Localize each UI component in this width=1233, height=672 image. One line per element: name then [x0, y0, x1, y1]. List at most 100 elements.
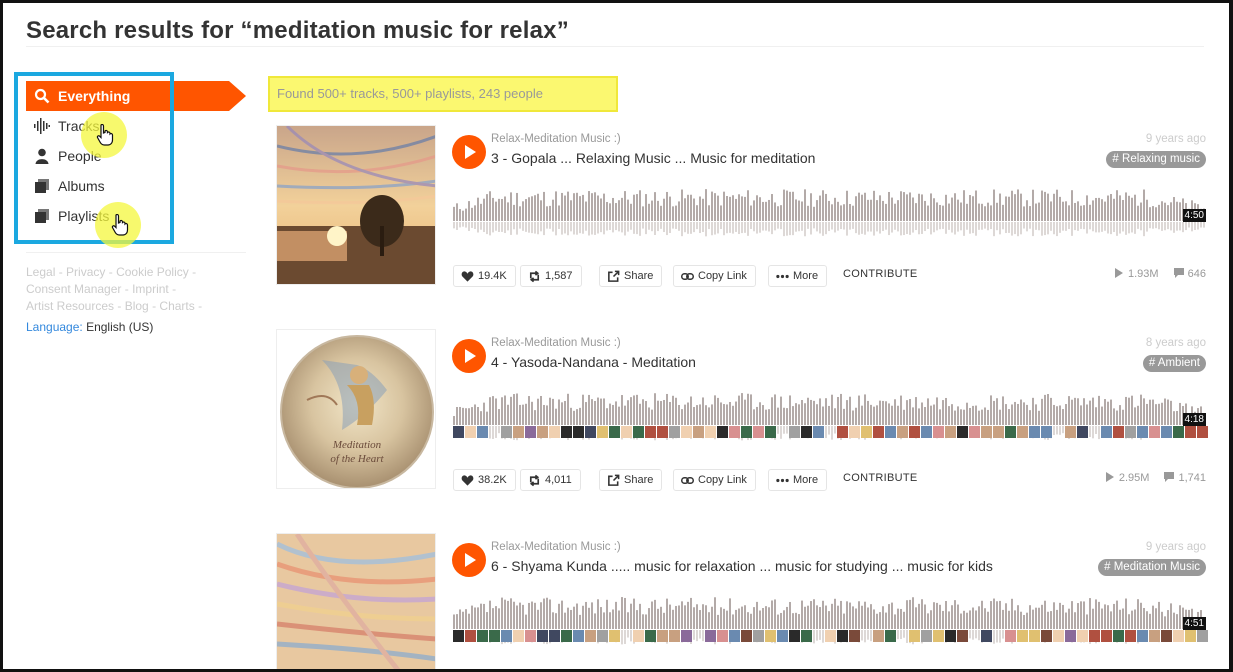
contribute-link[interactable]: CONTRIBUTE: [843, 472, 918, 484]
footer-link-cookie-policy[interactable]: Cookie Policy: [116, 265, 189, 279]
comment-avatar[interactable]: [1185, 426, 1196, 438]
footer-link-consent-manager[interactable]: Consent Manager: [26, 282, 121, 296]
comment-avatar[interactable]: [1005, 630, 1016, 642]
comment-avatar[interactable]: [789, 630, 800, 642]
footer-link-blog[interactable]: Blog: [125, 299, 149, 313]
comment-avatar[interactable]: [741, 426, 752, 438]
footer-link-artist-resources[interactable]: Artist Resources: [26, 299, 114, 313]
comment-avatar[interactable]: [837, 426, 848, 438]
repost-button[interactable]: 4,011: [520, 469, 581, 491]
comment-avatar[interactable]: [633, 630, 644, 642]
comment-avatar[interactable]: [1113, 630, 1124, 642]
share-button[interactable]: Share: [599, 469, 663, 491]
track-uploader[interactable]: Relax-Meditation Music :): [491, 337, 621, 349]
comment-avatar[interactable]: [729, 426, 740, 438]
comment-avatar[interactable]: [1161, 630, 1172, 642]
comment-avatar[interactable]: [957, 630, 968, 642]
comment-avatar[interactable]: [1065, 426, 1076, 438]
comment-avatar[interactable]: [585, 426, 596, 438]
comment-avatar[interactable]: [741, 630, 752, 642]
comment-avatar[interactable]: [897, 426, 908, 438]
comment-avatar[interactable]: [1173, 630, 1184, 642]
comment-avatar[interactable]: [681, 630, 692, 642]
comment-avatar[interactable]: [1137, 426, 1148, 438]
comment-avatar[interactable]: [789, 426, 800, 438]
comment-avatar[interactable]: [969, 426, 980, 438]
comment-avatar[interactable]: [1149, 630, 1160, 642]
like-button[interactable]: 19.4K: [453, 265, 516, 287]
contribute-link[interactable]: CONTRIBUTE: [843, 268, 918, 280]
waveform[interactable]: [453, 181, 1206, 241]
comment-avatar[interactable]: [705, 630, 716, 642]
copy-link-button[interactable]: Copy Link: [673, 469, 756, 491]
comment-avatar[interactable]: [933, 630, 944, 642]
comment-avatar[interactable]: [1053, 630, 1064, 642]
comment-avatar[interactable]: [1149, 426, 1160, 438]
comment-avatar[interactable]: [717, 630, 728, 642]
track-artwork[interactable]: [276, 533, 436, 672]
comment-avatar[interactable]: [909, 630, 920, 642]
comment-avatar[interactable]: [849, 630, 860, 642]
comment-avatar[interactable]: [597, 630, 608, 642]
comment-avatar[interactable]: [945, 426, 956, 438]
comment-avatar[interactable]: [609, 630, 620, 642]
language-selector[interactable]: Language: English (US): [26, 320, 153, 334]
comment-count-stat[interactable]: 646: [1173, 268, 1206, 280]
comment-avatar[interactable]: [861, 426, 872, 438]
comment-avatar[interactable]: [693, 426, 704, 438]
comment-avatar[interactable]: [609, 426, 620, 438]
comment-avatar[interactable]: [1125, 630, 1136, 642]
comment-avatar[interactable]: [1173, 426, 1184, 438]
comment-avatar[interactable]: [873, 630, 884, 642]
comment-avatar[interactable]: [1101, 426, 1112, 438]
comment-avatar[interactable]: [1089, 630, 1100, 642]
comment-avatar[interactable]: [453, 630, 464, 642]
comment-avatar[interactable]: [765, 630, 776, 642]
comment-avatar[interactable]: [513, 630, 524, 642]
comment-avatar[interactable]: [501, 630, 512, 642]
comment-avatar[interactable]: [1029, 630, 1040, 642]
comment-avatar[interactable]: [525, 630, 536, 642]
comment-avatar[interactable]: [981, 630, 992, 642]
track-tag[interactable]: # Relaxing music: [1106, 151, 1206, 168]
track-title[interactable]: 6 - Shyama Kunda ..... music for relaxat…: [491, 558, 993, 574]
track-artwork[interactable]: [276, 125, 436, 285]
track-uploader[interactable]: Relax-Meditation Music :): [491, 541, 621, 553]
comment-avatar[interactable]: [777, 630, 788, 642]
comment-avatar[interactable]: [1041, 426, 1052, 438]
comment-avatar[interactable]: [513, 426, 524, 438]
comment-avatar[interactable]: [981, 426, 992, 438]
comment-avatar[interactable]: [1161, 426, 1172, 438]
comment-avatar[interactable]: [945, 630, 956, 642]
comment-avatar[interactable]: [585, 630, 596, 642]
comment-avatar[interactable]: [957, 426, 968, 438]
track-artwork[interactable]: Meditation of the Heart: [276, 329, 436, 489]
comment-avatar[interactable]: [849, 426, 860, 438]
comment-avatar[interactable]: [1113, 426, 1124, 438]
comment-avatars[interactable]: [453, 630, 1208, 644]
comment-avatar[interactable]: [765, 426, 776, 438]
comment-avatar[interactable]: [537, 630, 548, 642]
comment-avatar[interactable]: [549, 426, 560, 438]
comment-avatar[interactable]: [465, 426, 476, 438]
comment-avatar[interactable]: [1125, 426, 1136, 438]
comment-avatar[interactable]: [1077, 630, 1088, 642]
copy-link-button[interactable]: Copy Link: [673, 265, 756, 287]
comment-avatar[interactable]: [669, 630, 680, 642]
play-button[interactable]: [452, 543, 486, 577]
comment-avatar[interactable]: [1017, 630, 1028, 642]
comment-avatar[interactable]: [453, 426, 464, 438]
track-uploader[interactable]: Relax-Meditation Music :): [491, 133, 621, 145]
comment-avatar[interactable]: [465, 630, 476, 642]
track-title[interactable]: 4 - Yasoda-Nandana - Meditation: [491, 354, 696, 370]
footer-link-charts[interactable]: Charts: [159, 299, 194, 313]
comment-avatar[interactable]: [525, 426, 536, 438]
comment-avatar[interactable]: [657, 630, 668, 642]
comment-avatar[interactable]: [873, 426, 884, 438]
comment-avatar[interactable]: [729, 630, 740, 642]
repost-button[interactable]: 1,587: [520, 265, 582, 287]
comment-avatar[interactable]: [837, 630, 848, 642]
comment-avatar[interactable]: [1041, 630, 1052, 642]
play-button[interactable]: [452, 135, 486, 169]
comment-avatar[interactable]: [813, 426, 824, 438]
